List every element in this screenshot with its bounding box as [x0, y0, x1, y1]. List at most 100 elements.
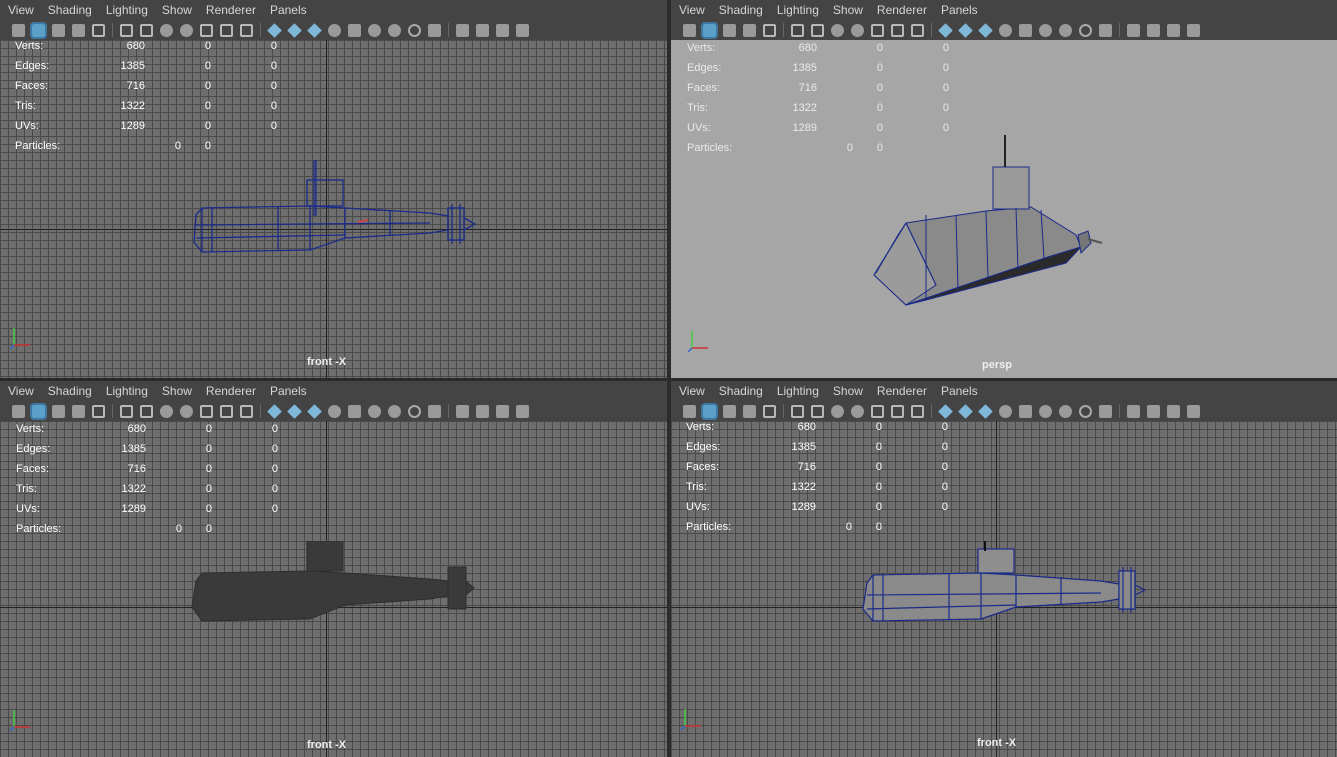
field-chart-icon[interactable]: [200, 404, 213, 418]
menu-renderer[interactable]: Renderer: [877, 3, 927, 17]
textured-icon[interactable]: [307, 22, 322, 38]
field-chart-icon[interactable]: [871, 404, 884, 418]
grid-toggle-icon[interactable]: [763, 23, 776, 37]
isolate-icon[interactable]: [456, 23, 469, 37]
gate-mask-icon[interactable]: [180, 404, 193, 418]
motion-blur-icon[interactable]: [1059, 404, 1072, 418]
submarine-shaded[interactable]: [190, 541, 480, 653]
safe-action-icon[interactable]: [220, 404, 233, 418]
menu-show[interactable]: Show: [833, 384, 863, 398]
grid-toggle-icon[interactable]: [763, 404, 776, 418]
field-chart-icon[interactable]: [871, 23, 884, 37]
resolution-gate-icon[interactable]: [160, 404, 173, 418]
ambient-occlusion-icon[interactable]: [1039, 404, 1052, 418]
menu-view[interactable]: View: [8, 384, 34, 398]
lights-icon[interactable]: [999, 23, 1012, 37]
flag-icon[interactable]: [72, 23, 85, 37]
gate-mask-icon[interactable]: [851, 404, 864, 418]
submarine-wireframe[interactable]: [190, 160, 480, 260]
safe-action-icon[interactable]: [891, 23, 904, 37]
motion-blur-icon[interactable]: [388, 404, 401, 418]
camera-icon[interactable]: [12, 404, 25, 418]
menu-show[interactable]: Show: [162, 384, 192, 398]
film-gate-icon[interactable]: [811, 404, 824, 418]
xray-joints-icon[interactable]: [1167, 23, 1180, 37]
submarine-shaded-wireframe[interactable]: [861, 541, 1151, 653]
shadows-icon[interactable]: [348, 23, 361, 37]
shaded-icon[interactable]: [267, 22, 282, 38]
isolate-icon[interactable]: [456, 404, 469, 418]
isolate-icon[interactable]: [1127, 404, 1140, 418]
menu-lighting[interactable]: Lighting: [106, 384, 148, 398]
shaded-icon[interactable]: [938, 403, 953, 419]
lights-icon[interactable]: [328, 404, 341, 418]
antialias-icon[interactable]: [1079, 23, 1092, 37]
wireframe-icon[interactable]: [791, 23, 804, 37]
depth-icon[interactable]: [428, 23, 441, 37]
bookmark-icon[interactable]: [52, 23, 65, 37]
menu-lighting[interactable]: Lighting: [777, 384, 819, 398]
camera-icon[interactable]: [683, 23, 696, 37]
safe-action-icon[interactable]: [891, 404, 904, 418]
shadows-icon[interactable]: [1019, 404, 1032, 418]
isolate-icon[interactable]: [1127, 23, 1140, 37]
submarine-shaded-wireframe[interactable]: [866, 135, 1116, 315]
grid-toggle-icon[interactable]: [92, 404, 105, 418]
camera-attr-icon[interactable]: [30, 402, 47, 420]
viewport-canvas[interactable]: Verts: 680 0 0 Edges: 1385 0 0 Faces: 716 0 0 Tris: 1…: [0, 421, 667, 757]
menu-renderer[interactable]: Renderer: [206, 384, 256, 398]
wireframe-icon[interactable]: [120, 23, 133, 37]
menu-renderer[interactable]: Renderer: [206, 3, 256, 17]
depth-icon[interactable]: [428, 404, 441, 418]
depth-icon[interactable]: [1099, 23, 1112, 37]
wireframe-on-shaded-icon[interactable]: [958, 22, 973, 38]
menu-shading[interactable]: Shading: [48, 384, 92, 398]
menu-view[interactable]: View: [679, 3, 705, 17]
viewport-panel-top-left[interactable]: View Shading Lighting Show Renderer Pane…: [0, 0, 667, 378]
ambient-occlusion-icon[interactable]: [1039, 23, 1052, 37]
xray-joints-icon[interactable]: [496, 404, 509, 418]
resolution-gate-icon[interactable]: [160, 23, 173, 37]
viewport-panel-top-right[interactable]: View Shading Lighting Show Renderer Pane…: [671, 0, 1337, 378]
xray-icon[interactable]: [476, 23, 489, 37]
menu-view[interactable]: View: [8, 3, 34, 17]
flag-icon[interactable]: [72, 404, 85, 418]
xray-icon[interactable]: [1147, 404, 1160, 418]
shadows-icon[interactable]: [348, 404, 361, 418]
wireframe-icon[interactable]: [120, 404, 133, 418]
menu-panels[interactable]: Panels: [941, 384, 978, 398]
viewport-canvas[interactable]: Verts: 680 0 0 Edges: 1385 0 0 Faces: 716 0 0 Tris: 1…: [671, 40, 1337, 378]
antialias-icon[interactable]: [408, 23, 421, 37]
menu-show[interactable]: Show: [162, 3, 192, 17]
bookmark-icon[interactable]: [723, 23, 736, 37]
wireframe-icon[interactable]: [791, 404, 804, 418]
xray-components-icon[interactable]: [516, 23, 529, 37]
xray-components-icon[interactable]: [1187, 404, 1200, 418]
viewport-panel-bottom-right[interactable]: View Shading Lighting Show Renderer Pane…: [671, 381, 1337, 757]
camera-icon[interactable]: [12, 23, 25, 37]
menu-view[interactable]: View: [679, 384, 705, 398]
camera-attr-icon[interactable]: [701, 402, 718, 420]
antialias-icon[interactable]: [408, 404, 421, 418]
flag-icon[interactable]: [743, 23, 756, 37]
bookmark-icon[interactable]: [52, 404, 65, 418]
shaded-icon[interactable]: [267, 403, 282, 419]
menu-panels[interactable]: Panels: [270, 3, 307, 17]
flag-icon[interactable]: [743, 404, 756, 418]
safe-title-icon[interactable]: [240, 404, 253, 418]
xray-joints-icon[interactable]: [1167, 404, 1180, 418]
wireframe-on-shaded-icon[interactable]: [287, 403, 302, 419]
viewport-canvas[interactable]: Verts: 680 0 0 Edges: 1385 0 0 Faces: 716 0 0 Tris: 1…: [0, 40, 667, 378]
menu-panels[interactable]: Panels: [270, 384, 307, 398]
xray-components-icon[interactable]: [1187, 23, 1200, 37]
camera-attr-icon[interactable]: [701, 21, 718, 39]
textured-icon[interactable]: [307, 403, 322, 419]
film-gate-icon[interactable]: [140, 23, 153, 37]
menu-show[interactable]: Show: [833, 3, 863, 17]
field-chart-icon[interactable]: [200, 23, 213, 37]
viewport-panel-bottom-left[interactable]: View Shading Lighting Show Renderer Pane…: [0, 381, 667, 757]
film-gate-icon[interactable]: [811, 23, 824, 37]
motion-blur-icon[interactable]: [388, 23, 401, 37]
menu-renderer[interactable]: Renderer: [877, 384, 927, 398]
bookmark-icon[interactable]: [723, 404, 736, 418]
